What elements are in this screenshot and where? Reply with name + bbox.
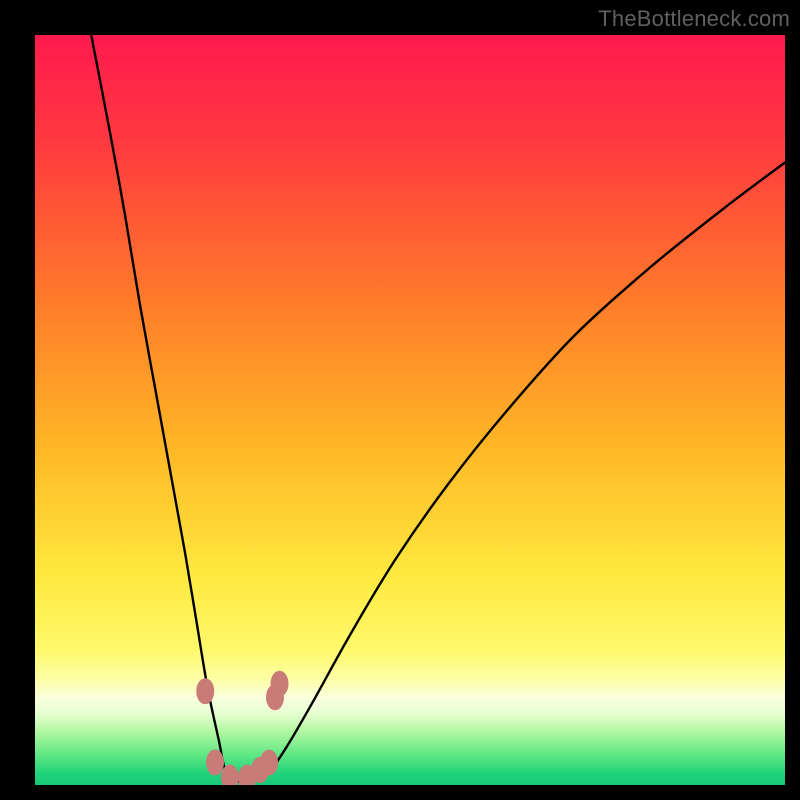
data-marker xyxy=(260,750,278,776)
gradient-bg xyxy=(35,35,785,785)
outer-frame: TheBottleneck.com xyxy=(0,0,800,800)
data-marker xyxy=(196,678,214,704)
data-marker xyxy=(271,671,289,697)
watermark-text: TheBottleneck.com xyxy=(598,6,790,32)
plot-area xyxy=(35,35,785,785)
data-marker xyxy=(206,750,224,776)
chart-svg xyxy=(35,35,785,785)
